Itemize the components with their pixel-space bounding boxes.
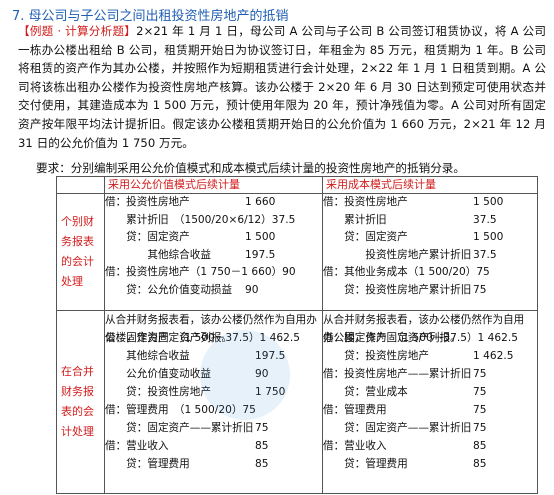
entry-line: 贷：营业成本 75 [323,383,537,401]
header-fair-value: 采用公允价值模式后续计量 [104,176,323,194]
entry-amount: 85 [473,440,487,452]
entries-individual-cost: 借：投资性房地产 1 500 累计折旧 37.5 贷：固定资产 1 500 投资性房地… [322,193,538,311]
entry-line: 贷：投资性房地产 1 750 [105,383,322,401]
entry-line: 累计折旧 （1500/20×6/12）37.5 [105,212,322,230]
entry-line: 贷：投资性房地产 1 462.5 [323,347,537,365]
entry-line: 贷：投资性房地产累计折旧 75 [323,282,537,300]
entry-amount: 1 500 [473,231,504,243]
entry-amount: 37.5 [473,248,497,261]
entry-line: 借：固定资产 （1 500－37.5）1 462.5 [323,329,537,347]
consolidated-cost-intro: 从合并财务报表看，该办公楼仍然作为自用办公楼，作为固定资产列报。 [323,314,525,344]
entry-line: 贷：固定资产——累计折旧 75 [323,419,537,437]
entry-line: 借：投资性房地产（1 750－1 660）90 [105,264,322,282]
row-label-individual: 个别财务报表的会计处理 [56,193,105,311]
header-cost: 采用成本模式后续计量 [322,176,538,194]
entry-text: 借：投资性房地产 [323,196,408,208]
entry-line: 借：固定资产 （1 500－37.5）1 462.5 [105,329,322,347]
entry-amount: 75 [473,368,487,380]
entries-table: 采用公允价值模式后续计量 采用成本模式后续计量 个别财务报表的会计处理 借：投资… [56,176,538,494]
entry-text: 投资性房地产累计折旧 [323,248,472,261]
entry-text: 借：投资性房地产（1 750－1 660）90 [105,266,296,278]
entry-text: 贷：营业成本 [323,386,408,398]
entry-line: 借：投资性房地产 1 660 [105,194,322,212]
entry-amount: 1 660 [245,196,276,208]
entry-amount: 75 [473,422,487,434]
entry-line: 贷：管理费用 85 [323,455,537,473]
entry-text: 借：管理费用 [323,404,387,416]
entry-line: 贷：公允价值变动损益 90 [105,282,322,300]
entry-line: 贷：固定资产 1 500 [105,229,322,247]
entry-line: 贷：固定资产 1 500 [323,229,537,247]
entry-text: 累计折旧 [323,213,387,226]
entry-line: 贷：固定资产——累计折旧 75 [105,419,322,437]
entry-text: 贷：固定资产——累计折旧 [105,422,254,434]
entry-text: 贷：投资性房地产 [323,350,429,362]
entry-amount: 90 [245,283,259,296]
entry-text: 贷：固定资产——累计折旧 [323,422,472,434]
entry-text: 贷：管理费用 [105,458,190,470]
entry-line: 借：其他业务成本（1 500/20）75 [323,264,537,282]
entry-text: 贷：管理费用 [323,458,408,470]
entry-text: 借：营业收入 [323,440,387,452]
entry-amount: 1 500 [245,231,276,243]
entry-amount: 1 462.5 [473,350,514,362]
entry-amount: 85 [473,458,487,470]
entry-line: 累计折旧 37.5 [323,212,537,230]
entry-line: 投资性房地产累计折旧 37.5 [323,247,537,265]
entry-amount: 197.5 [255,350,286,362]
entry-amount: 75 [473,404,487,416]
entry-text: 贷：固定资产 [323,231,408,243]
entry-line: 借：营业收入 85 [323,437,537,455]
entry-text: 借：管理费用 （1 500/20）75 [105,404,256,416]
entry-amount: 1 750 [255,386,286,398]
entry-text: 其他综合收益 [105,350,190,362]
entry-amount: 37.5 [473,213,497,226]
consolidated-fair-intro: 从合并财务报表看，该办公楼仍然作为自用办公楼，作为固定资产列报。 [105,314,317,344]
entry-text: 贷：投资性房地产累计折旧 [323,283,472,296]
entry-line: 借：管理费用 （1 500/20）75 [105,401,322,419]
entry-amount: 85 [255,440,269,452]
entry-text: 借：固定资产 （1 500－37.5）1 462.5 [105,332,300,344]
entries-consolidated-cost: 从合并财务报表看，该办公楼仍然作为自用办公楼，作为固定资产列报。 借：固定资产 … [322,310,538,494]
entry-amount: 90 [255,368,269,380]
entry-amount: 1 500 [473,196,504,208]
entry-text: 贷：公允价值变动损益 [105,283,233,296]
entry-text: 累计折旧 （1500/20×6/12）37.5 [105,213,296,226]
entry-amount: 75 [255,422,269,434]
entry-text: 借：其他业务成本（1 500/20）75 [323,266,490,278]
entry-line: 借：营业收入 85 [105,437,322,455]
entry-line: 借：管理费用 75 [323,401,537,419]
entry-text: 借：投资性房地产——累计折旧 [323,368,472,380]
example-tag: 【例题 · 计算分析题】 [18,24,137,38]
entry-text: 借：营业收入 [105,440,169,452]
requirement-text: 要求：分别编制采用公允价值模式和成本模式后续计量的投资性房地产的抵销分录。 [36,161,465,175]
entry-amount: 197.5 [245,248,276,261]
entry-amount: 75 [473,386,487,398]
entry-line: 借：投资性房地产——累计折旧 75 [323,365,537,383]
corner-cell [56,176,105,194]
entry-text: 借：固定资产 （1 500－37.5）1 462.5 [323,332,518,344]
entry-line: 借：投资性房地产 1 500 [323,194,537,212]
example-text: 2×21 年 1 月 1 日，母公司 A 公司与子公司 B 公司签订租赁协议，将… [18,24,546,150]
entry-amount: 85 [255,458,269,470]
entry-text: 借：投资性房地产 [105,196,190,208]
row-label-consolidated: 在合并财务报表的会计处理 [56,310,105,494]
entries-individual-fair: 借：投资性房地产 1 660 累计折旧 （1500/20×6/12）37.5 贷：… [104,193,323,311]
entry-text: 其他综合收益 [105,248,211,261]
entry-text: 贷：投资性房地产 [105,386,211,398]
entry-amount: 75 [473,283,487,296]
entry-text: 公允价值变动收益 [105,368,211,380]
entry-line: 其他综合收益 197.5 [105,347,322,365]
entry-text: 贷：固定资产 [105,231,190,243]
entry-line: 其他综合收益 197.5 [105,247,322,265]
entries-consolidated-fair: 从合并财务报表看，该办公楼仍然作为自用办公楼，作为固定资产列报。 借：固定资产 … [104,310,323,494]
entry-line: 公允价值变动收益 90 [105,365,322,383]
entry-line: 贷：管理费用 85 [105,455,322,473]
example-paragraph: 【例题 · 计算分析题】2×21 年 1 月 1 日，母公司 A 公司与子公司 … [18,22,546,152]
